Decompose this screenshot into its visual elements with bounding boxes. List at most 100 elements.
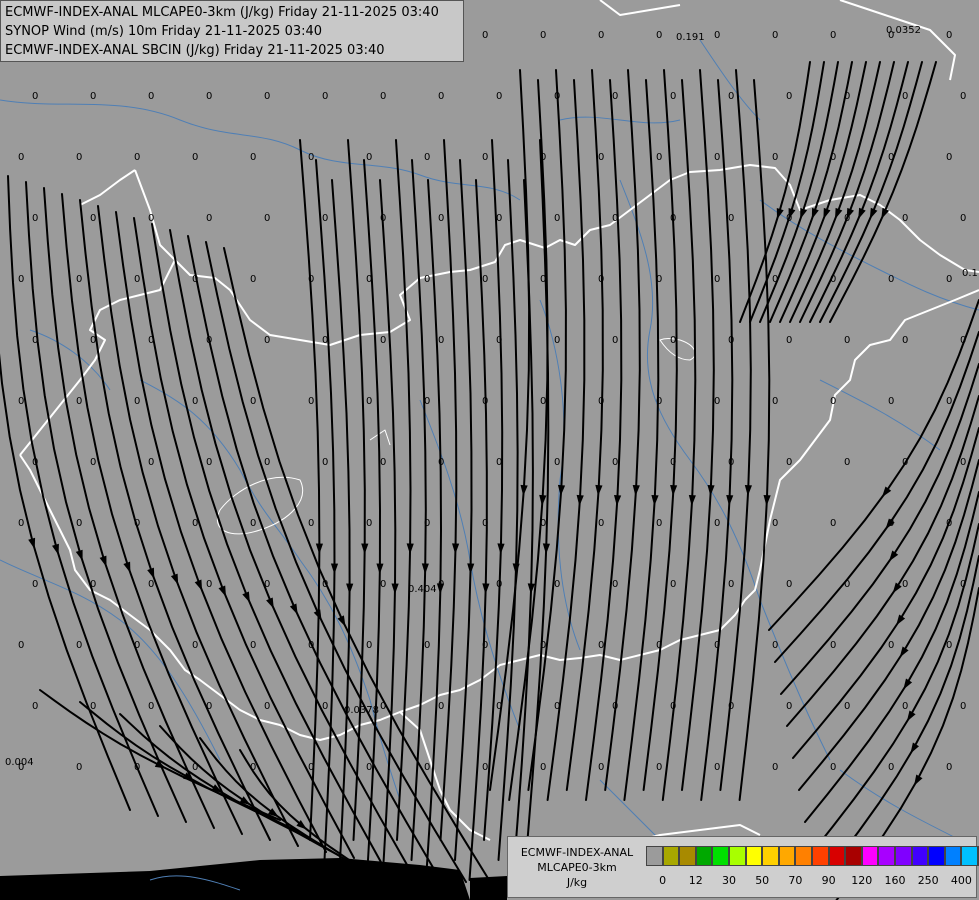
value-label-zero: 0 [192,518,198,529]
value-label-zero: 0 [424,640,430,651]
value-label-zero: 0 [424,274,430,285]
streamline-arrowhead [906,710,916,722]
value-label-zero: 0 [786,579,792,590]
streamline-arrowhead [170,573,179,585]
value-label-zero: 0 [206,213,212,224]
value-label-zero: 0 [322,335,328,346]
legend-tick-label: 400 [950,874,972,887]
value-label-zero: 0 [32,579,38,590]
value-label-zero: 0 [76,274,82,285]
value-label-zero: 0 [946,396,952,407]
value-label-zero: 0 [540,762,546,773]
value-label-zero: 0 [946,30,952,41]
streamline-arrowhead [542,543,550,555]
streamline-arrowhead [289,603,298,615]
value-label-zero: 0 [772,640,778,651]
value-label-zero: 0 [264,213,270,224]
value-label-zero: 0 [32,91,38,102]
value-label-zero: 0 [250,152,256,163]
map-canvas: 0 0 0 0 0 0 0 0 0 0 0 0 0 0 0 0 0 0 0 0 0 0 0 0 0 0 0 0 0 0 0 0 0 0 0 0 0 0 0 0… [0,0,979,900]
streamline-arrowhead [688,495,696,506]
legend-tick-label: 90 [821,874,836,887]
value-label-01: 0.1 [962,268,978,279]
streamline [681,69,715,791]
streamline-arrowhead [52,543,59,556]
legend-ticks: 0 12 30 50 70 90 120 160 250 400 [646,874,976,888]
streamline-arrowhead [330,563,339,575]
value-label-zero: 0 [786,701,792,712]
value-label-zero: 0 [366,152,372,163]
streamline-arrowhead [337,615,346,627]
value-label-zero: 0 [946,762,952,773]
streamline [565,69,604,791]
value-label-zero: 0 [786,213,792,224]
streamline [810,523,979,855]
value-label-zero: 0 [728,213,734,224]
value-label-zero: 0 [656,396,662,407]
value-label-zero: 0 [714,762,720,773]
value-label-zero: 0 [888,518,894,529]
value-label-zero: 0 [612,579,618,590]
value-label-zero: 0 [728,91,734,102]
streamline [425,179,443,881]
value-label-zero: 0 [830,518,836,529]
value-label-zero: 0 [148,91,154,102]
streamline-arrowhead [123,561,131,573]
legend-swatch [679,846,696,866]
value-label-zero: 0 [308,274,314,285]
value-label-zero: 0 [844,579,850,590]
value-label-zero: 0 [540,640,546,651]
legend-tick-label: 12 [688,874,703,887]
value-label-zero: 0 [482,762,488,773]
value-label-zero: 0 [308,396,314,407]
streamline-arrowhead [242,591,250,603]
streamline-arrowhead [869,207,878,220]
legend-tick-label: 50 [755,874,770,887]
value-label-zero: 0 [888,640,894,651]
value-label-zero: 0 [438,213,444,224]
legend-tick-label: 160 [884,874,906,887]
value-label-zero: 0 [598,640,604,651]
legend-title-line1: ECMWF-INDEX-ANAL [520,846,634,859]
value-label-zero: 0 [656,518,662,529]
value-label-zero: 0 [902,579,908,590]
streamline-arrowhead [800,207,808,220]
value-label-zero: 0 [250,274,256,285]
value-label-zero: 0 [18,396,24,407]
value-label-zero: 0 [90,213,96,224]
value-label-zero: 0 [612,457,618,468]
streamline-arrowhead [881,486,892,498]
value-label-zero: 0 [598,762,604,773]
value-label-zero: 0 [134,152,140,163]
streamline-arrowhead [346,583,354,595]
value-label-0004: 0.004 [5,757,34,768]
value-label-zero: 0 [670,457,676,468]
value-label-zero: 0 [366,762,372,773]
value-label-zero: 0 [772,152,778,163]
value-label-0191: 0.191 [676,32,705,43]
value-label-zero: 0 [728,701,734,712]
value-label-zero: 0 [264,91,270,102]
value-label-zero: 0 [308,152,314,163]
value-label-zero: 0 [76,518,82,529]
sea-area [0,858,470,900]
legend-swatch [662,846,680,866]
value-label-zero: 0 [772,396,778,407]
legend-swatch [894,846,912,866]
value-label-zero: 0 [830,396,836,407]
value-label-zero: 0 [612,335,618,346]
streamline-arrowhead [28,537,36,550]
value-label-zero: 0 [148,457,154,468]
value-label-zero: 0 [902,457,908,468]
value-label-zero: 0 [554,91,560,102]
value-label-zero: 0 [496,91,502,102]
value-label-zero: 0 [946,640,952,651]
value-label-zero: 0 [844,213,850,224]
streamline-arrowhead [512,563,520,575]
value-label-zero: 0 [482,518,488,529]
legend-swatch [961,846,978,866]
legend-title-line2: MLCAPE0-3km [537,861,617,874]
value-label-zero: 0 [206,701,212,712]
value-label-zero: 0 [540,30,546,41]
legend-swatch [795,846,812,866]
